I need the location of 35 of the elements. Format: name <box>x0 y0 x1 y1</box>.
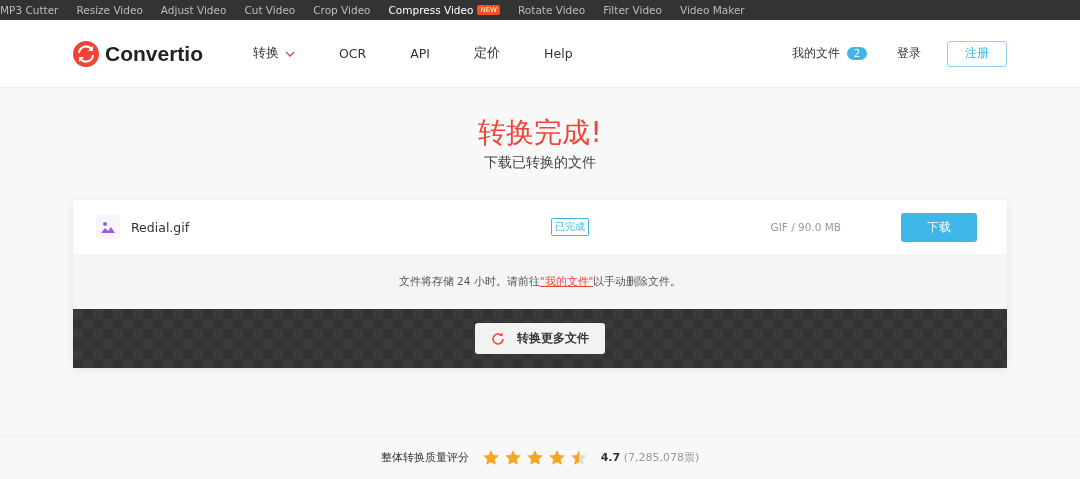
logo-icon <box>73 40 99 67</box>
nav-link[interactable]: API <box>410 46 431 61</box>
star-icon <box>548 449 565 465</box>
video-tool-link[interactable]: Rotate Video <box>518 4 586 16</box>
video-tool-link[interactable]: Cut Video <box>244 4 296 16</box>
page-title: 转换完成! <box>478 115 602 151</box>
video-tool-link[interactable]: Adjust Video <box>160 4 227 16</box>
convert-more-button[interactable]: 转换更多文件 <box>475 323 605 354</box>
brand-name: Convertio <box>105 41 203 66</box>
rating-score: 4.7 <box>600 450 621 464</box>
file-info: GIF / 90.0 MB <box>770 221 841 233</box>
star-icon <box>504 449 521 465</box>
file-name: Redial.gif <box>131 219 191 235</box>
status-badge: 已完成 <box>551 218 589 236</box>
star-icon <box>482 449 499 465</box>
nav-link[interactable]: Help <box>544 46 573 61</box>
star-icon <box>570 449 587 465</box>
refresh-icon <box>491 331 505 346</box>
nav-link[interactable]: OCR <box>339 46 367 61</box>
star-icon <box>526 449 543 465</box>
video-tool-link[interactable]: MP3 Cutter <box>0 4 59 16</box>
video-tool-link[interactable]: Video Maker <box>679 4 745 16</box>
nav-link[interactable]: 定价 <box>474 45 501 62</box>
vote-count: (7,285,078票) <box>623 450 700 464</box>
my-files-link[interactable]: 我的文件 2 <box>791 45 867 62</box>
storage-notice: 文件将存储 24 小时。请前往"我的文件"以手动删除文件。 <box>73 254 1007 309</box>
rating-label: 整体转换质量评分 <box>380 449 469 465</box>
image-file-icon <box>96 215 120 239</box>
login-link[interactable]: 登录 <box>897 45 921 62</box>
page-subtitle: 下载已转换的文件 <box>484 154 596 172</box>
file-count-badge: 2 <box>846 47 867 60</box>
video-tool-link[interactable]: Filter Video <box>603 4 662 16</box>
video-tool-link[interactable]: Resize Video <box>76 4 143 16</box>
video-tool-link[interactable]: Crop Video <box>313 4 371 16</box>
nav-link[interactable]: 转换 <box>253 45 295 62</box>
